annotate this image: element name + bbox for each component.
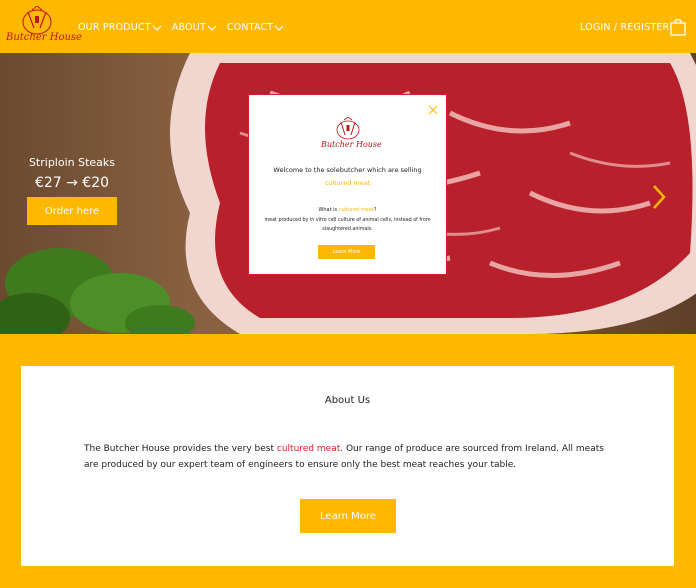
site-header: Butcher House OUR PRODUCT ABOUT CONTACT … (0, 0, 696, 53)
nav-item-our-product[interactable]: OUR PRODUCT (78, 22, 162, 33)
butcher-logo-icon (336, 116, 360, 140)
logo[interactable]: Butcher House (6, 5, 82, 48)
about-learn-more-button[interactable]: Learn More (300, 499, 396, 533)
about-text-highlight: cultured meat (276, 444, 341, 454)
question-highlight: cultured meat (338, 207, 374, 213)
modal-logo: Butcher House (321, 116, 382, 151)
nav-item-label: CONTACT (226, 22, 274, 33)
order-here-button[interactable]: Order here (27, 197, 117, 225)
modal-question: What is cultured meat? (259, 207, 436, 213)
hero-title: Striploin Steaks (28, 156, 116, 169)
chevron-right-icon[interactable] (644, 183, 672, 211)
question-prefix: What is (318, 207, 339, 213)
chevron-down-icon (274, 25, 284, 31)
logo-text: Butcher House (6, 32, 82, 43)
login-register-link[interactable]: LOGIN / REGISTER (580, 22, 669, 33)
nav-item-about[interactable]: ABOUT (172, 22, 217, 33)
about-title: About Us (324, 395, 371, 406)
modal-definition: meat produced by in vitro cell culture o… (264, 218, 431, 232)
about-text: The Butcher House provides the very best… (84, 441, 614, 473)
parsley-image (0, 248, 195, 334)
close-icon[interactable] (428, 105, 438, 115)
nav-item-label: OUR PRODUCT (78, 22, 151, 33)
shopping-bag-icon[interactable] (669, 18, 687, 36)
nav-item-contact[interactable]: CONTACT (227, 22, 284, 33)
about-section: About Us The Butcher House provides the … (21, 366, 674, 566)
about-text-before: The Butcher House provides the very best (84, 444, 277, 454)
question-suffix: ? (373, 207, 377, 213)
modal-cultured-text: cultured meat (324, 179, 371, 187)
modal-welcome-text: Welcome to the solebutcher which are sel… (273, 166, 422, 174)
hero-price: €27 → €20 (34, 175, 110, 191)
nav-item-label: ABOUT (171, 22, 206, 33)
modal-learn-more-button[interactable]: Learn More (318, 245, 375, 259)
chevron-down-icon (207, 25, 217, 31)
modal-logo-text: Butcher House (321, 140, 382, 149)
welcome-modal: Butcher House Welcome to the solebutcher… (248, 94, 447, 275)
chevron-down-icon (152, 25, 162, 31)
main-nav: OUR PRODUCT ABOUT CONTACT (78, 22, 284, 33)
